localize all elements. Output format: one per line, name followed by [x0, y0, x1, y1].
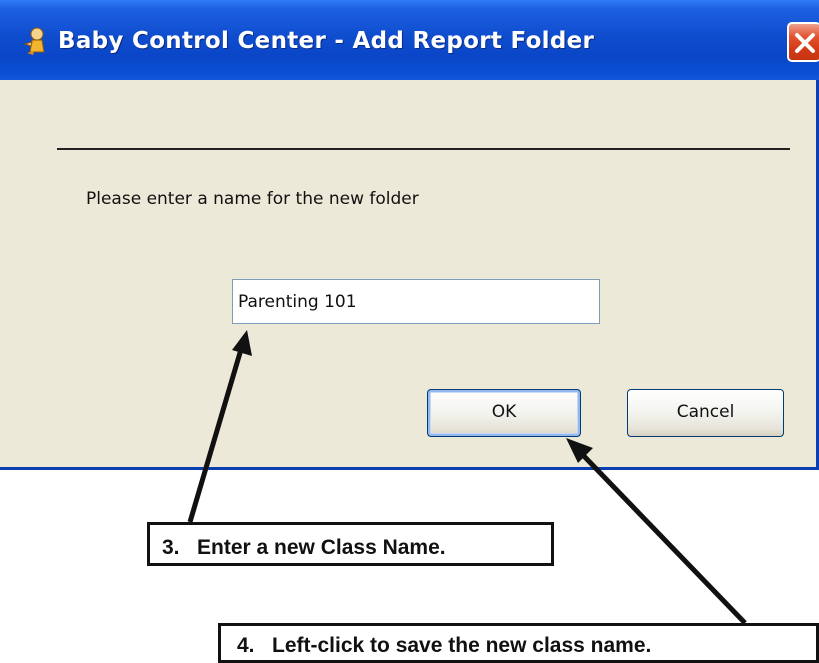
arrow-to-input — [187, 330, 252, 523]
arrow-to-ok-button — [566, 438, 747, 625]
step-3-callout: 3. Enter a new Class Name. — [147, 522, 554, 566]
step-4-callout: 4. Left-click to save the new class name… — [218, 623, 819, 663]
